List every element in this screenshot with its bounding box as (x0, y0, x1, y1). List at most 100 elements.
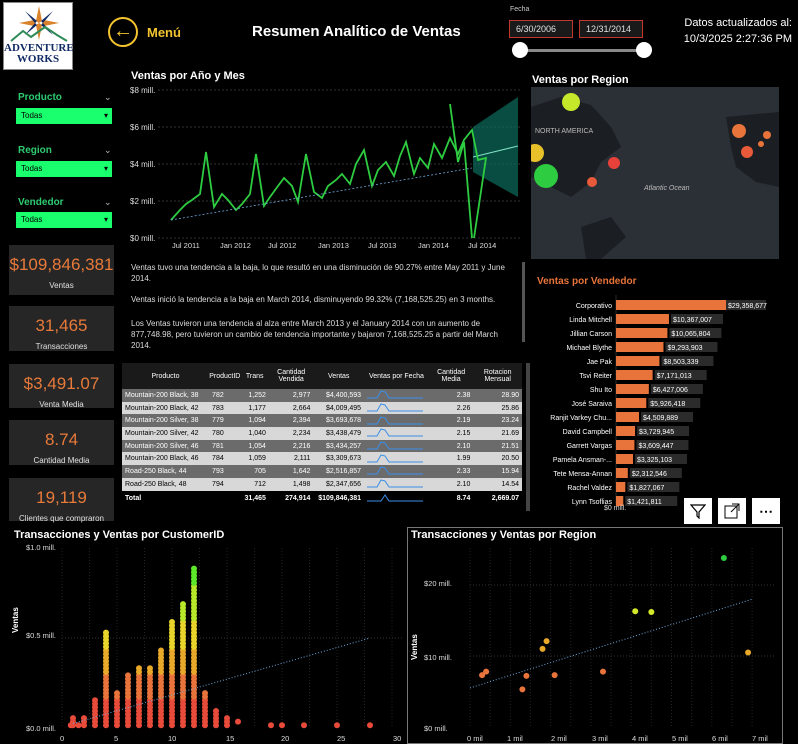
scatter-point[interactable] (67, 722, 74, 729)
region-scatter-chart[interactable]: $20 mill. $10 mill. $0 mill. 0 mil 1 mil… (418, 540, 780, 744)
region-bubble[interactable] (763, 131, 771, 139)
table-row[interactable]: Mountain-200 Silver, 46 781 1,054 2,216 $3,4… (122, 439, 522, 453)
scatter-point[interactable] (334, 722, 340, 729)
col-header[interactable]: Trans (240, 363, 269, 389)
region-bubble[interactable] (758, 141, 764, 147)
table-cell: 2,664 (268, 401, 314, 415)
scatter-point[interactable] (543, 638, 550, 645)
col-header[interactable]: Ventas por Fecha (364, 363, 429, 389)
table-row[interactable]: Road-250 Black, 44 793 705 1,642 $2,516,857 2… (122, 465, 522, 478)
region-bubble[interactable] (587, 177, 597, 187)
chevron-down-icon[interactable]: ⌄ (104, 145, 114, 155)
date-slider-track[interactable] (520, 49, 644, 52)
seller-bar[interactable] (616, 412, 640, 422)
scatter-point[interactable] (279, 722, 285, 729)
scatter-point[interactable] (523, 672, 530, 679)
scatter-point[interactable] (70, 715, 76, 722)
scatter-point[interactable] (158, 647, 164, 654)
scatter-point[interactable] (136, 665, 142, 672)
region-bubble[interactable] (732, 124, 746, 138)
col-header[interactable]: Producto (122, 363, 210, 389)
scatter-point[interactable] (169, 618, 175, 625)
table-row[interactable]: Mountain-200 Black, 42 783 1,177 2,664 $4,00… (122, 401, 522, 415)
chevron-down-icon[interactable]: ⌄ (104, 197, 114, 207)
scatter-point[interactable] (92, 697, 98, 704)
scatter-point[interactable] (202, 690, 208, 697)
scatter-point[interactable] (599, 668, 606, 675)
table-cell: 783 (209, 401, 241, 415)
scatter-point[interactable] (213, 707, 219, 714)
menu-link[interactable]: Menú (147, 25, 181, 40)
table-cell: 2,234 (268, 427, 314, 440)
table-scrollbar[interactable] (526, 363, 530, 511)
col-header[interactable]: Cantidad Media (428, 363, 474, 389)
scatter-point[interactable] (125, 672, 131, 679)
table-row[interactable]: Mountain-200 Silver, 42 780 1,040 2,234 $3,4… (122, 427, 522, 440)
date-slider-end-handle[interactable] (636, 42, 652, 58)
scatter-point[interactable] (301, 722, 307, 729)
seller-bar[interactable] (616, 482, 626, 492)
sales-line-chart[interactable]: $8 mill. $6 mill. $4 mill. $2 mill. $0 m… (128, 82, 523, 254)
end-date-input[interactable]: 12/31/2014 (579, 20, 643, 38)
filter-producto-value: Todas (21, 111, 43, 120)
seller-bar[interactable] (616, 454, 633, 464)
scatter-point[interactable] (103, 629, 109, 636)
more-options-icon[interactable]: ⋯ (752, 498, 780, 524)
table-row[interactable]: Mountain-200 Black, 38 782 1,252 2,977 $4,40… (122, 389, 522, 402)
filter-producto-select[interactable]: Todas ▾ (16, 108, 112, 124)
scatter-point[interactable] (551, 672, 558, 679)
seller-bar[interactable] (616, 440, 635, 450)
seller-bar[interactable] (616, 314, 669, 324)
filter-icon[interactable] (684, 498, 712, 524)
seller-bar[interactable] (616, 356, 660, 366)
chevron-down-icon[interactable]: ⌄ (104, 92, 114, 102)
scatter-point[interactable] (114, 690, 120, 697)
region-map[interactable]: NORTH AMERICA Atlantic Ocean (531, 87, 779, 259)
seller-bar[interactable] (616, 384, 649, 394)
region-bubble[interactable] (534, 164, 558, 188)
seller-bar[interactable] (616, 468, 628, 478)
scatter-point[interactable] (147, 665, 153, 672)
region-bubble[interactable] (741, 146, 753, 158)
focus-mode-icon[interactable] (718, 498, 746, 524)
scatter-point[interactable] (367, 722, 373, 729)
filter-vendedor-select[interactable]: Todas ▾ (16, 212, 112, 228)
seller-bar[interactable] (616, 342, 664, 352)
narrative-scrollbar[interactable] (522, 262, 525, 342)
scatter-point[interactable] (75, 722, 82, 729)
scatter-point[interactable] (632, 608, 639, 615)
start-date-input[interactable]: 6/30/2006 (509, 20, 573, 38)
seller-bar[interactable] (616, 370, 653, 380)
scatter-point[interactable] (720, 555, 727, 562)
seller-bar[interactable] (616, 398, 647, 408)
scatter-point[interactable] (224, 715, 230, 722)
col-header[interactable]: Ventas (313, 363, 365, 389)
scatter-point[interactable] (268, 722, 274, 729)
customer-scatter-chart[interactable]: $1.0 mill. $0.5 mill. $0.0 mill. 0 5 10 … (20, 540, 405, 744)
region-bubble[interactable] (562, 93, 580, 111)
col-header[interactable]: Cantidad Vendida (268, 363, 314, 389)
scatter-point[interactable] (745, 649, 752, 656)
scatter-point[interactable] (191, 565, 197, 572)
scatter-point[interactable] (519, 686, 526, 693)
map-title: Ventas por Region (532, 74, 629, 86)
col-header[interactable]: Rotacion Mensual (473, 363, 522, 389)
seller-bar-chart[interactable]: Corporativo $29,358,677 Linda Mitchell $10,… (531, 295, 786, 520)
table-row[interactable]: Road-250 Black, 48 794 712 1,498 $2,347,656 2… (122, 477, 522, 491)
scatter-point[interactable] (180, 601, 186, 608)
seller-bar[interactable] (616, 426, 636, 436)
scatter-point[interactable] (539, 645, 546, 652)
scatter-point[interactable] (235, 718, 241, 725)
seller-bar[interactable] (616, 328, 668, 338)
date-slider-start-handle[interactable] (512, 42, 528, 58)
filter-region-select[interactable]: Todas ▾ (16, 161, 112, 177)
product-table[interactable]: Producto ProductID Trans Cantidad Vendid… (122, 363, 526, 519)
region-bubble[interactable] (608, 157, 620, 169)
table-row[interactable]: Mountain-200 Silver, 38 779 1,094 2,394 $3,6… (122, 414, 522, 428)
scatter-point[interactable] (483, 668, 490, 675)
table-row[interactable]: Mountain-200 Black, 46 784 1,059 2,111 $3,30… (122, 452, 522, 466)
col-header[interactable]: ProductID (209, 363, 241, 389)
scatter-point[interactable] (81, 715, 87, 722)
scatter-point[interactable] (648, 608, 655, 615)
back-arrow-button[interactable]: ← (108, 17, 138, 47)
